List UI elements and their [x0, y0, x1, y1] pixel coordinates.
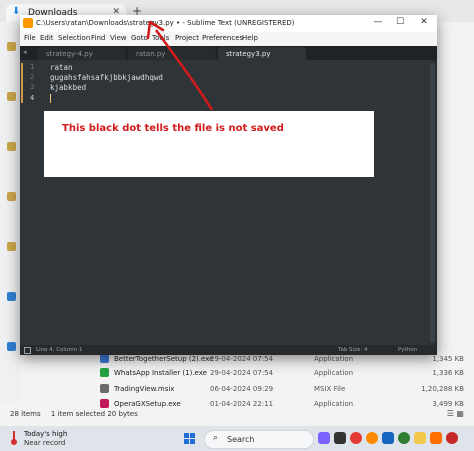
folder-icon[interactable] [7, 192, 16, 201]
annotation-box: This black dot tells the file is not sav… [44, 111, 374, 177]
file-date: 29-04-2024 07:54 [210, 355, 274, 363]
tab-size[interactable]: Tab Size: 4 [338, 347, 367, 353]
menu-find[interactable]: Find [91, 34, 105, 42]
drive-icon[interactable] [7, 342, 16, 351]
search-icon: ⌕ [213, 433, 219, 443]
code-line: ratan [50, 63, 73, 72]
tab-label: strategy3.py [226, 50, 271, 58]
line-number: 4 [30, 94, 35, 102]
tab-label: strategy-4.py [46, 50, 93, 58]
line-number: 1 [30, 63, 35, 71]
file-row[interactable]: WhatsApp Installer (1).exe 29-04-2024 07… [100, 366, 470, 380]
file-type: Application [314, 400, 354, 408]
edge-icon[interactable] [398, 432, 410, 444]
menu-project[interactable]: Project [175, 34, 199, 42]
menu-goto[interactable]: Goto [131, 34, 148, 42]
menu-bar: File Edit Selection Find View Goto Tools… [20, 32, 437, 47]
close-button[interactable]: ✕ [417, 17, 431, 27]
line-number: 2 [30, 73, 35, 81]
tab-bar: ◂ strategy-4.py ratan.py strategy3.py [20, 46, 437, 60]
menu-file[interactable]: File [24, 34, 36, 42]
menu-tools[interactable]: Tools [152, 34, 169, 42]
sublime-taskbar-icon[interactable] [430, 432, 442, 444]
code-editor[interactable]: ratan gugahsfahsafkjbbkjawdhqwd kjabkbed [46, 60, 430, 348]
explorer-icon[interactable] [414, 432, 426, 444]
explorer-sidebar [0, 22, 20, 402]
folder-icon[interactable] [7, 92, 16, 101]
weather-title: Today's high [24, 430, 68, 438]
sublime-window: C:\Users\ratan\Downloads\strategy3.py • … [20, 15, 437, 355]
file-size: 1,345 KB [432, 355, 464, 363]
item-count: 28 items [10, 410, 41, 418]
cursor-position: Line 4, Column 1 [36, 347, 83, 353]
file-date: 01-04-2024 22:11 [210, 400, 274, 408]
window-title: C:\Users\ratan\Downloads\strategy3.py • … [36, 19, 295, 27]
weather-subtitle: Near record [24, 439, 66, 447]
file-icon [100, 384, 109, 393]
menu-selection[interactable]: Selection [58, 34, 90, 42]
minimize-button[interactable]: — [371, 17, 385, 27]
annotation-text: This black dot tells the file is not sav… [62, 123, 284, 134]
line-number-gutter: 1 2 3 4 [20, 60, 46, 348]
folder-icon[interactable] [7, 142, 16, 151]
modified-line-marker [21, 63, 23, 103]
sublime-title-bar[interactable]: C:\Users\ratan\Downloads\strategy3.py • … [20, 15, 437, 32]
folder-icon[interactable] [7, 242, 16, 251]
taskbar: Today's high Near record ⌕ Search [0, 426, 474, 451]
file-icon [100, 368, 109, 377]
file-type: Application [314, 355, 354, 363]
tab-strategy3[interactable]: strategy3.py [218, 47, 306, 60]
chrome-icon[interactable] [350, 432, 362, 444]
file-icon [100, 354, 109, 363]
file-size: 3,499 KB [432, 400, 464, 408]
task-view-icon[interactable] [334, 432, 346, 444]
menu-preferences[interactable]: Preferences [202, 34, 243, 42]
file-icon [100, 399, 109, 408]
file-name: WhatsApp Installer (1).exe [114, 369, 207, 377]
tab-strategy-4[interactable]: strategy-4.py [38, 47, 126, 60]
menu-help[interactable]: Help [242, 34, 258, 42]
file-type: Application [314, 369, 354, 377]
file-row[interactable]: TradingView.msix 06-04-2024 09:29 MSIX F… [100, 382, 470, 396]
file-name: BetterTogetherSetup (2).exe [114, 355, 214, 363]
code-line: gugahsfahsafkjbbkjawdhqwd [50, 73, 163, 82]
drive-icon[interactable] [7, 292, 16, 301]
store-icon[interactable] [382, 432, 394, 444]
file-date: 06-04-2024 09:29 [210, 385, 274, 393]
file-name: OperaGXSetup.exe [114, 400, 181, 408]
tab-label: ratan.py [136, 50, 166, 58]
menu-view[interactable]: View [110, 34, 127, 42]
file-name: TradingView.msix [114, 385, 175, 393]
folder-icon[interactable] [7, 42, 16, 51]
vertical-scrollbar[interactable] [430, 63, 435, 343]
file-type: MSIX File [314, 385, 346, 393]
syntax-mode[interactable]: Python [398, 347, 417, 353]
line-number: 3 [30, 83, 35, 91]
file-size: 1,20,288 KB [421, 385, 464, 393]
view-toggle-icon[interactable]: ☰ ▦ [447, 409, 464, 418]
explorer-status-bar: 28 items 1 item selected 20 bytes [10, 410, 146, 418]
sublime-app-icon [23, 18, 33, 28]
menu-edit[interactable]: Edit [40, 34, 54, 42]
file-row[interactable]: OperaGXSetup.exe 01-04-2024 22:11 Applic… [100, 397, 470, 411]
text-cursor [50, 94, 51, 103]
windows-start-icon[interactable] [184, 433, 196, 445]
panel-toggle-icon[interactable] [24, 347, 31, 354]
code-line: kjabkbed [50, 83, 87, 92]
file-size: 1,336 KB [432, 369, 464, 377]
tab-nav-icon[interactable]: ◂ [23, 48, 27, 56]
file-date: 29-04-2024 07:54 [210, 369, 274, 377]
search-label: Search [227, 435, 255, 444]
maximize-button[interactable]: ☐ [393, 17, 407, 27]
firefox-icon[interactable] [366, 432, 378, 444]
opera-icon[interactable] [446, 432, 458, 444]
copilot-icon[interactable] [318, 432, 330, 444]
taskbar-search[interactable]: ⌕ Search [204, 430, 314, 449]
sublime-status-bar: Line 4, Column 1 Tab Size: 4 Python [20, 345, 437, 355]
thermometer-icon [11, 431, 17, 445]
tab-ratan[interactable]: ratan.py [128, 47, 216, 60]
selection-info: 1 item selected 20 bytes [50, 410, 138, 418]
